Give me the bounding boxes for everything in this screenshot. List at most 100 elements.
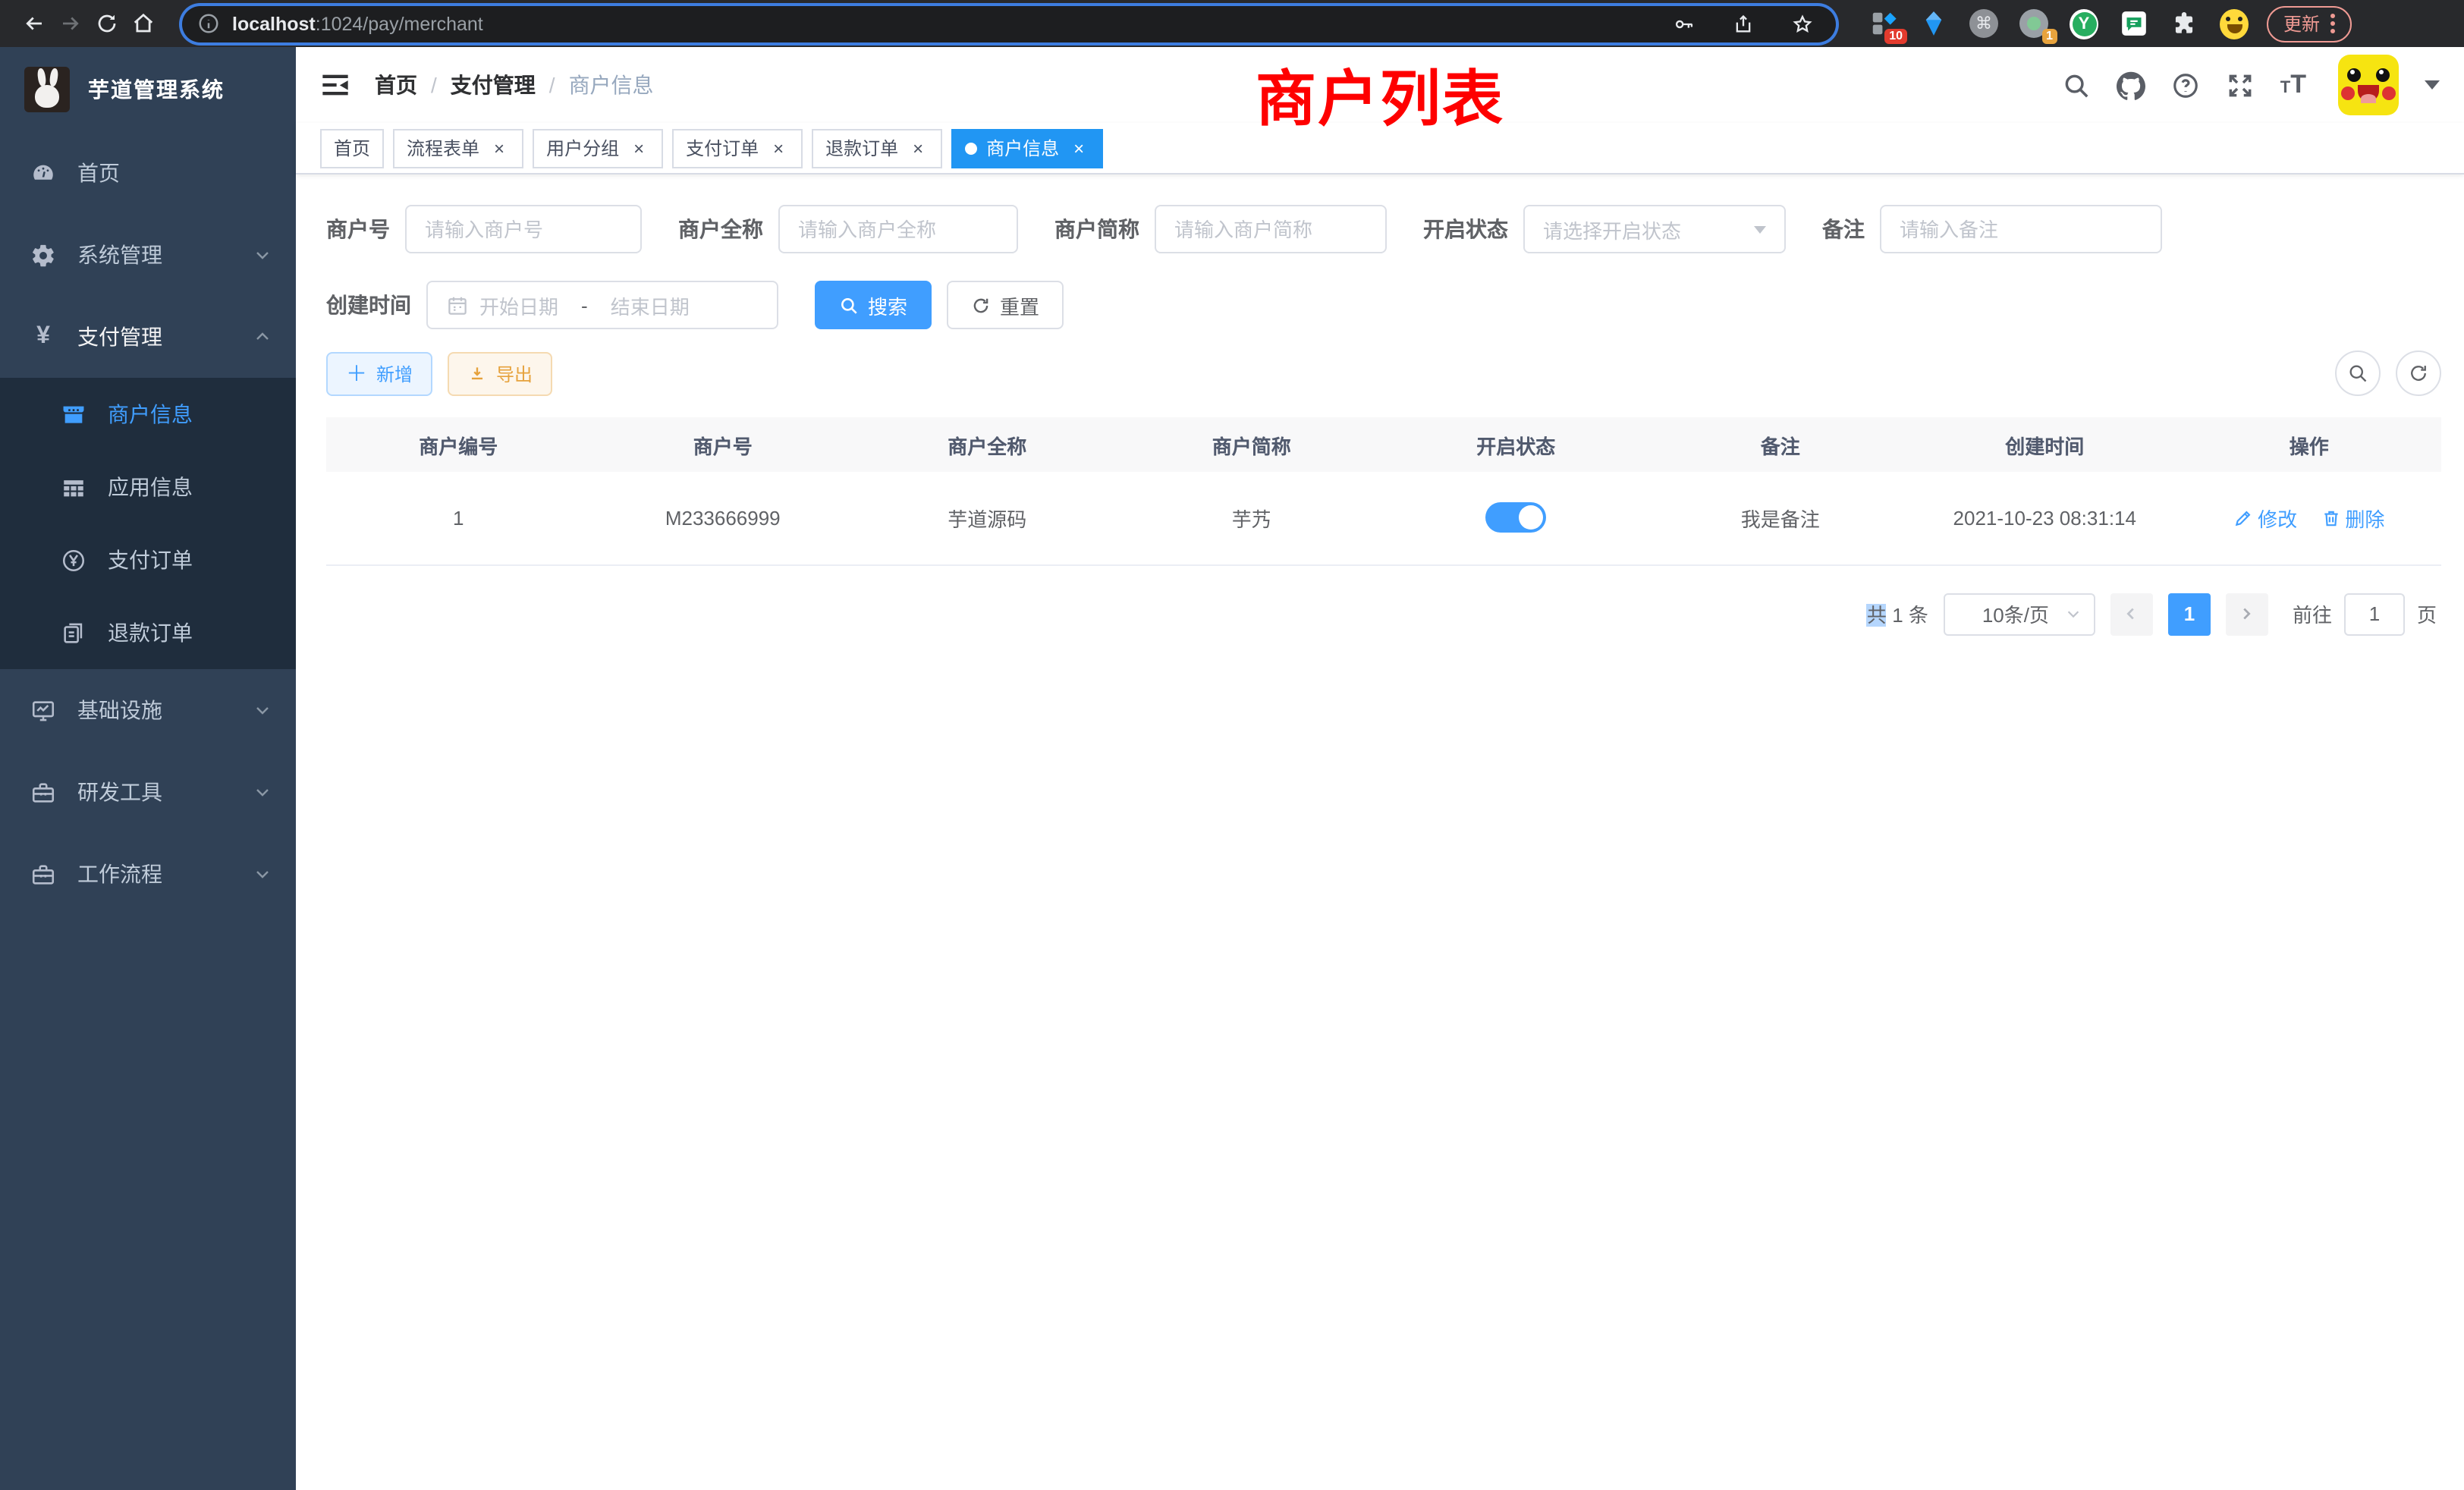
sidebar-item-home[interactable]: 首页 <box>0 132 296 214</box>
avatar-caret-icon[interactable] <box>2425 80 2440 90</box>
show-search-toggle-button[interactable] <box>2335 350 2381 396</box>
tab-home[interactable]: 首页 <box>320 128 384 168</box>
browser-reload-icon[interactable] <box>88 5 124 42</box>
browser-forward-icon[interactable] <box>52 5 88 42</box>
extensions-puzzle-icon[interactable] <box>2170 9 2198 38</box>
font-size-icon[interactable]: TT <box>2280 70 2306 100</box>
tab-label: 支付订单 <box>686 135 759 161</box>
pencil-icon <box>2233 508 2253 528</box>
page-size-select[interactable]: 10条/页 <box>1944 593 2095 635</box>
sidebar-item-pay[interactable]: ¥ 支付管理 <box>0 296 296 378</box>
export-button[interactable]: 导出 <box>448 351 552 395</box>
col-full-name: 商户全称 <box>855 417 1120 472</box>
add-button[interactable]: ＋ 新增 <box>326 351 432 395</box>
page-size-value: 10条/页 <box>1966 599 2065 628</box>
chrome-update-button[interactable]: 更新 <box>2267 5 2352 42</box>
breadcrumb-home[interactable]: 首页 <box>375 70 417 100</box>
full-name-input[interactable] <box>798 218 998 240</box>
avatar[interactable] <box>2338 55 2399 115</box>
browser-back-icon[interactable] <box>15 5 52 42</box>
tab-close-icon[interactable]: × <box>1068 137 1089 159</box>
date-range-picker[interactable]: 开始日期 - 结束日期 <box>426 281 778 329</box>
sidebar-item-app-info[interactable]: 应用信息 <box>0 451 296 523</box>
search-icon <box>2347 363 2368 384</box>
header-search-icon[interactable] <box>2062 71 2091 99</box>
sidebar-item-merchant-info[interactable]: 商户信息 <box>0 378 296 451</box>
prev-page-button[interactable] <box>2110 593 2153 635</box>
reset-button[interactable]: 重置 <box>947 281 1064 329</box>
remark-input-wrap <box>1880 205 2162 253</box>
status-toggle[interactable] <box>1485 503 1546 533</box>
refresh-table-button[interactable] <box>2396 350 2441 396</box>
password-key-icon[interactable] <box>1666 5 1702 42</box>
remark-input[interactable] <box>1900 218 2142 240</box>
delete-link[interactable]: 删除 <box>2321 504 2384 533</box>
extension-y-icon[interactable]: Y <box>2070 9 2098 38</box>
sidebar-item-refund-order[interactable]: 退款订单 <box>0 596 296 669</box>
sidebar-item-label: 应用信息 <box>108 472 272 502</box>
next-page-button[interactable] <box>2226 593 2268 635</box>
reset-button-label: 重置 <box>1000 291 1039 319</box>
tab-close-icon[interactable]: × <box>768 137 789 159</box>
extension-badge: 1 <box>2041 29 2057 44</box>
goto-page-input[interactable] <box>2344 593 2405 635</box>
tab-user-group[interactable]: 用户分组× <box>533 128 663 168</box>
sidebar-collapse-icon[interactable] <box>320 70 350 100</box>
tab-close-icon[interactable]: × <box>489 137 510 159</box>
sidebar: 芋道管理系统 首页 系统管理 ¥ 支付管 <box>0 47 296 1490</box>
chrome-update-label: 更新 <box>2283 11 2320 36</box>
extension-command-icon[interactable]: ⌘ <box>1969 9 1998 38</box>
search-button[interactable]: 搜索 <box>815 281 932 329</box>
tab-merchant-info[interactable]: 商户信息× <box>951 128 1103 168</box>
sidebar-item-pay-order[interactable]: 支付订单 <box>0 523 296 596</box>
breadcrumb-pay[interactable]: 支付管理 <box>451 70 536 100</box>
edit-link[interactable]: 修改 <box>2233 504 2297 533</box>
tab-pay-order[interactable]: 支付订单 × <box>672 128 803 168</box>
sidebar-item-label: 工作流程 <box>77 859 253 889</box>
bookmark-star-icon[interactable] <box>1784 5 1821 42</box>
cell-remark: 我是备注 <box>1648 472 1913 564</box>
cell-full-name: 芋道源码 <box>855 472 1120 564</box>
cell-merchant-no: M233666999 <box>591 472 856 564</box>
tab-process-form[interactable]: 流程表单 × <box>393 128 523 168</box>
short-name-input[interactable] <box>1174 218 1367 240</box>
download-icon <box>467 363 487 383</box>
merchant-no-input[interactable] <box>425 218 622 240</box>
extension-chat-icon[interactable] <box>2120 9 2148 38</box>
tab-label: 流程表单 <box>407 135 479 161</box>
status-select[interactable]: 请选择开启状态 <box>1523 205 1786 253</box>
extension-badge: 10 <box>1884 29 1907 44</box>
browser-home-icon[interactable] <box>124 5 161 42</box>
page-number-1[interactable]: 1 <box>2168 593 2211 635</box>
toolbox-icon <box>30 779 56 805</box>
pagination: 共 1 条 10条/页 1 前往 页 <box>326 593 2441 635</box>
sidebar-item-dev-tools[interactable]: 研发工具 <box>0 751 296 833</box>
share-icon[interactable] <box>1725 5 1762 42</box>
cell-short-name: 芋艿 <box>1120 472 1384 564</box>
tab-close-icon[interactable]: × <box>907 137 929 159</box>
address-bar[interactable]: localhost:1024/pay/merchant <box>182 5 1836 42</box>
extensions-row: 10 ⌘ 1 Y <box>1869 9 2249 38</box>
extension-grid-icon[interactable]: 10 <box>1869 9 1898 38</box>
sidebar-item-workflow[interactable]: 工作流程 <box>0 833 296 915</box>
trash-icon <box>2321 508 2340 528</box>
short-name-label: 商户简称 <box>1054 214 1155 244</box>
page-info-icon[interactable] <box>197 12 220 35</box>
sidebar-item-system[interactable]: 系统管理 <box>0 214 296 296</box>
tab-close-icon[interactable]: × <box>628 137 649 159</box>
github-icon[interactable] <box>2117 71 2145 99</box>
extension-emoji-icon[interactable] <box>2220 9 2249 38</box>
col-short-name: 商户简称 <box>1120 417 1384 472</box>
chrome-menu-icon[interactable] <box>2330 14 2335 33</box>
help-icon[interactable] <box>2171 71 2200 99</box>
extension-recorder-icon[interactable]: 1 <box>2019 9 2048 38</box>
app-logo[interactable]: 芋道管理系统 <box>0 47 296 132</box>
sidebar-item-infrastructure[interactable]: 基础设施 <box>0 669 296 751</box>
remark-label: 备注 <box>1822 214 1880 244</box>
extension-gem-icon[interactable] <box>1919 9 1948 38</box>
fullscreen-icon[interactable] <box>2226 71 2255 99</box>
table-row: 1 M233666999 芋道源码 芋艿 我是备注 2021-10-23 08:… <box>326 472 2441 564</box>
search-icon <box>839 295 859 315</box>
short-name-input-wrap <box>1155 205 1387 253</box>
tab-refund-order[interactable]: 退款订单× <box>812 128 942 168</box>
